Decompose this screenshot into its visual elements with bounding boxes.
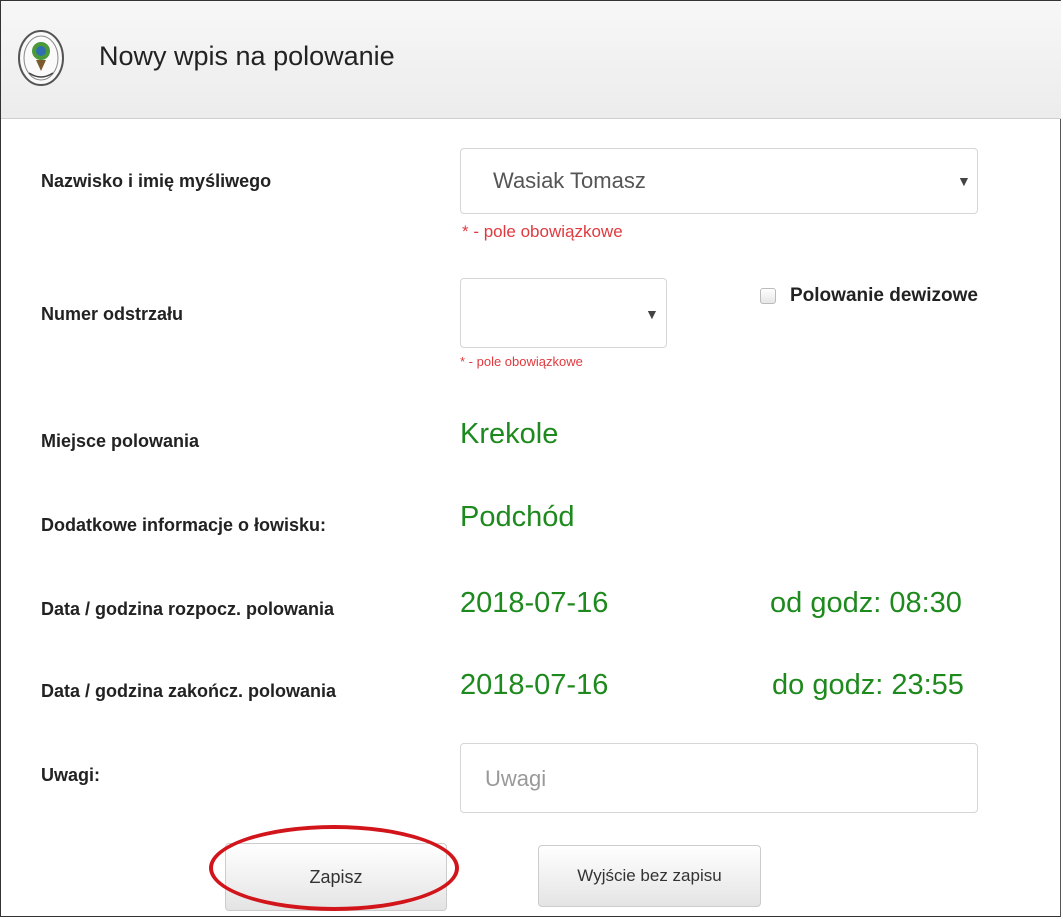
page-title: Nowy wpis na polowanie <box>99 41 395 71</box>
end-date: 2018-07-16 <box>460 669 609 701</box>
permit-select[interactable]: ▼ <box>460 278 667 348</box>
chevron-down-icon: ▼ <box>645 306 659 322</box>
start-date: 2018-07-16 <box>460 587 609 619</box>
notes-placeholder: Uwagi <box>485 766 547 791</box>
hunter-label: Nazwisko i imię myśliwego <box>41 171 272 191</box>
chevron-down-icon: ▼ <box>957 173 971 189</box>
permit-label: Numer odstrzału <box>41 304 184 324</box>
permit-required-note: * - pole obowiązkowe <box>460 354 583 369</box>
area-info-label: Dodatkowe informacje o łowisku: <box>41 515 327 535</box>
foreign-hunt-checkbox[interactable] <box>760 288 776 304</box>
hunting-club-logo-icon <box>18 30 64 86</box>
exit-without-saving-button[interactable]: Wyjście bez zapisu <box>538 845 761 907</box>
end-time: do godz: 23:55 <box>772 669 964 701</box>
hunter-select[interactable]: Wasiak Tomasz ▼ <box>460 148 978 214</box>
place-label: Miejsce polowania <box>41 431 200 451</box>
area-info-value: Podchód <box>460 501 575 533</box>
end-label: Data / godzina zakończ. polowania <box>41 681 337 701</box>
place-value: Krekole <box>460 418 559 450</box>
notes-label: Uwagi: <box>41 765 101 785</box>
start-label: Data / godzina rozpocz. polowania <box>41 599 335 619</box>
hunter-select-value: Wasiak Tomasz <box>493 168 646 193</box>
notes-input[interactable]: Uwagi <box>460 743 978 813</box>
header-bar: Nowy wpis na polowanie <box>1 1 1061 119</box>
start-time: od godz: 08:30 <box>770 587 962 619</box>
hunter-required-note: * - pole obowiązkowe <box>462 222 623 241</box>
highlight-annotation-oval <box>209 825 459 911</box>
foreign-hunt-label[interactable]: Polowanie dewizowe <box>790 285 978 307</box>
